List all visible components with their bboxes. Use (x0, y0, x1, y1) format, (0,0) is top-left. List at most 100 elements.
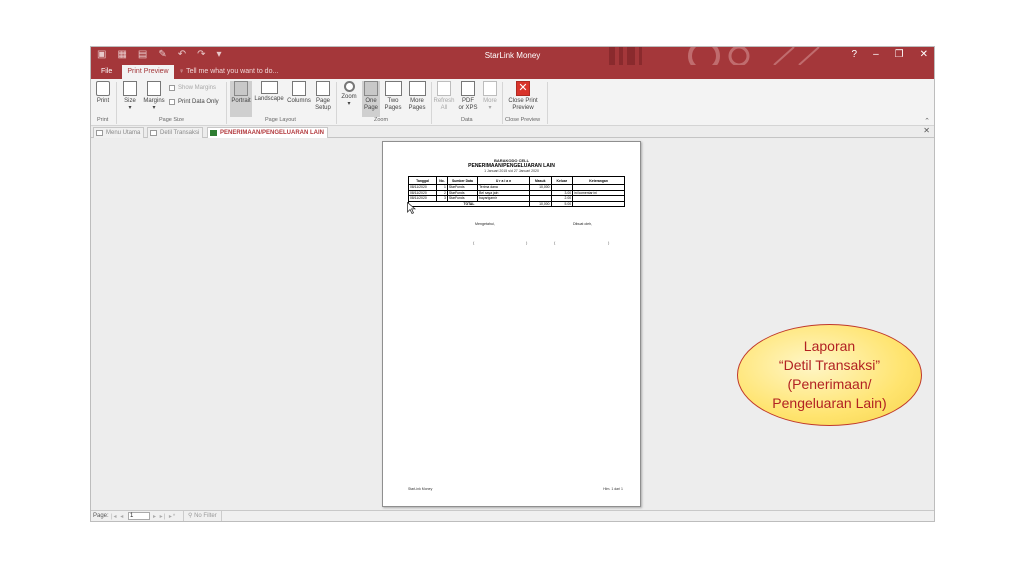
tell-me-search[interactable]: ♀ Tell me what you want to do... (179, 68, 278, 75)
column-header: Sumber Data (446, 176, 479, 185)
window-title: StarLink Money (484, 51, 541, 60)
form-icon (150, 130, 157, 136)
close-preview-icon: ✕ (516, 81, 530, 96)
no-filter-label: No Filter (194, 513, 217, 519)
table-header-row: Tanggal No. Sumber Data U r a i a n Masu… (407, 176, 625, 185)
refresh-label-1: Refresh (433, 98, 455, 104)
columns-button[interactable]: Columns (286, 81, 312, 105)
pdf-label-2: or XPS (458, 105, 478, 111)
report-footer-app: StarLink Money (408, 487, 433, 491)
columns-icon (292, 81, 306, 96)
signature-right-close: ) (608, 240, 610, 245)
signature-right-open: ( (554, 240, 556, 245)
columns-label: Columns (287, 98, 311, 104)
show-margins-label: Show Margins (178, 85, 217, 91)
column-header: U r a i a n (477, 176, 530, 185)
first-prev-page-icon[interactable]: |◂ ◂ (111, 513, 124, 520)
signature-left-close: ) (526, 240, 528, 245)
collapse-ribbon-icon[interactable]: ⌃ (924, 117, 930, 125)
no-filter-button[interactable]: ⚲ No Filter (183, 511, 222, 521)
portrait-button[interactable]: Portrait (230, 81, 252, 117)
checkbox-icon (169, 99, 175, 105)
one-page-label-2: Page (363, 105, 378, 111)
dropdown-icon: ▾ (347, 101, 351, 107)
page-size-icon (123, 81, 137, 96)
group-label-zoom: Zoom (374, 117, 389, 123)
group-separator (547, 82, 548, 124)
doc-tab-detil-transaksi[interactable]: Detil Transaksi (147, 127, 204, 138)
print-label: Print (96, 98, 110, 104)
refresh-all-button[interactable]: Refresh All (433, 81, 455, 112)
print-button[interactable]: Print (95, 81, 111, 105)
column-header: Keluar (550, 176, 574, 185)
restore-icon[interactable]: ❐ (895, 49, 904, 60)
more-pages-button[interactable]: More Pages (406, 81, 428, 112)
annotation-callout: Laporan “Detil Transaksi” (Penerimaan/ P… (737, 324, 922, 426)
size-button[interactable]: Size ▾ (122, 81, 138, 112)
annotation-line: Pengeluaran Lain) (772, 395, 887, 411)
page-setup-button[interactable]: Page Setup (314, 81, 332, 112)
landscape-icon (260, 81, 278, 94)
access-window: ▣ ▦ ▤ ✎ ↶ ↷ ▾ StarLink Money ? – ❐ ✕ Fil… (90, 46, 935, 522)
page-number-input[interactable]: 1 (128, 512, 150, 520)
two-pages-button[interactable]: Two Pages (383, 81, 403, 112)
printer-icon (96, 81, 110, 96)
report-table: Tanggal No. Sumber Data U r a i a n Masu… (407, 176, 625, 207)
dropdown-icon: ▾ (128, 105, 132, 111)
more-label: More (483, 98, 497, 104)
tab-file[interactable]: File (101, 68, 112, 75)
landscape-button[interactable]: Landscape (253, 81, 285, 103)
print-data-only-checkbox[interactable]: Print Data Only (169, 99, 219, 105)
column-header: Masuk (528, 176, 552, 185)
margins-icon (147, 81, 161, 96)
magnifier-icon (343, 81, 355, 92)
one-page-label-1: One (365, 98, 377, 104)
group-label-data: Data (461, 117, 473, 123)
annotation-line: “Detil Transaksi” (778, 357, 881, 373)
annotation-text: Laporan “Detil Transaksi” (Penerimaan/ P… (772, 337, 886, 413)
page-nav-label: Page: (93, 513, 109, 519)
ribbon: Print Print Size ▾ Margins ▾ Show Margins … (91, 79, 934, 126)
column-header: No. (436, 176, 448, 185)
show-margins-checkbox[interactable]: Show Margins (169, 85, 216, 91)
group-separator (336, 82, 337, 124)
help-icon[interactable]: ? (852, 49, 858, 60)
size-label: Size (124, 98, 136, 104)
window-controls: ? – ❐ ✕ (852, 49, 928, 60)
more-export-button[interactable]: More ▾ (481, 81, 499, 112)
minimize-icon[interactable]: – (873, 49, 879, 60)
doc-tab-penerimaan-pengeluaran[interactable]: PENERIMAAN/PENGELUARAN LAIN (207, 127, 329, 138)
annotation-line: (Penerimaan/ (787, 376, 872, 392)
close-print-preview-button[interactable]: ✕ Close Print Preview (505, 81, 541, 112)
one-page-button[interactable]: One Page (362, 81, 380, 117)
column-header: Keterangan (572, 176, 625, 185)
pdf-xps-button[interactable]: PDF or XPS (457, 81, 479, 112)
more-pages-label-1: More (410, 98, 424, 104)
close-document-icon[interactable]: ✕ (923, 126, 930, 135)
doc-tab-menu-utama[interactable]: Menu Utama (93, 127, 145, 138)
close-icon[interactable]: ✕ (920, 49, 928, 60)
zoom-label: Zoom (341, 94, 357, 100)
report-page: BARAKODO CELL PENERIMAAN/PENGELUARAN LAI… (382, 141, 641, 507)
close-preview-label-2: Preview (512, 105, 534, 111)
report-period: 1 Januari 2015 s/d 27 Januari 2020 (484, 169, 539, 173)
dropdown-icon: ▾ (152, 105, 156, 111)
margins-button[interactable]: Margins ▾ (142, 81, 166, 112)
total-out: 5.00 (550, 200, 574, 207)
ribbon-tabs: File Print Preview ♀ Tell me what you wa… (91, 65, 934, 79)
pdf-icon (461, 81, 475, 96)
close-preview-label-1: Close Print (508, 98, 538, 104)
checkbox-icon (169, 85, 175, 91)
margins-label: Margins (143, 98, 165, 104)
two-pages-label-1: Two (387, 98, 399, 104)
title-bar: ▣ ▦ ▤ ✎ ↶ ↷ ▾ StarLink Money ? – ❐ ✕ (91, 47, 934, 65)
tab-print-preview[interactable]: Print Preview (122, 65, 174, 79)
next-last-page-icon[interactable]: ▸ ▸| ▸* (153, 513, 176, 520)
column-header: Tanggal (407, 176, 438, 185)
zoom-button[interactable]: Zoom ▾ (340, 81, 358, 108)
report-footer-page: Hlm. 1 dari 1 (603, 487, 623, 491)
page-setup-label-1: Page (315, 98, 330, 104)
group-label-page-layout: Page Layout (265, 117, 296, 123)
table-total-row: TOTAL 10,000 5.00 (408, 200, 625, 207)
record-navigation-bar: Page: |◂ ◂ 1 ▸ ▸| ▸* ⚲ No Filter (91, 510, 934, 521)
